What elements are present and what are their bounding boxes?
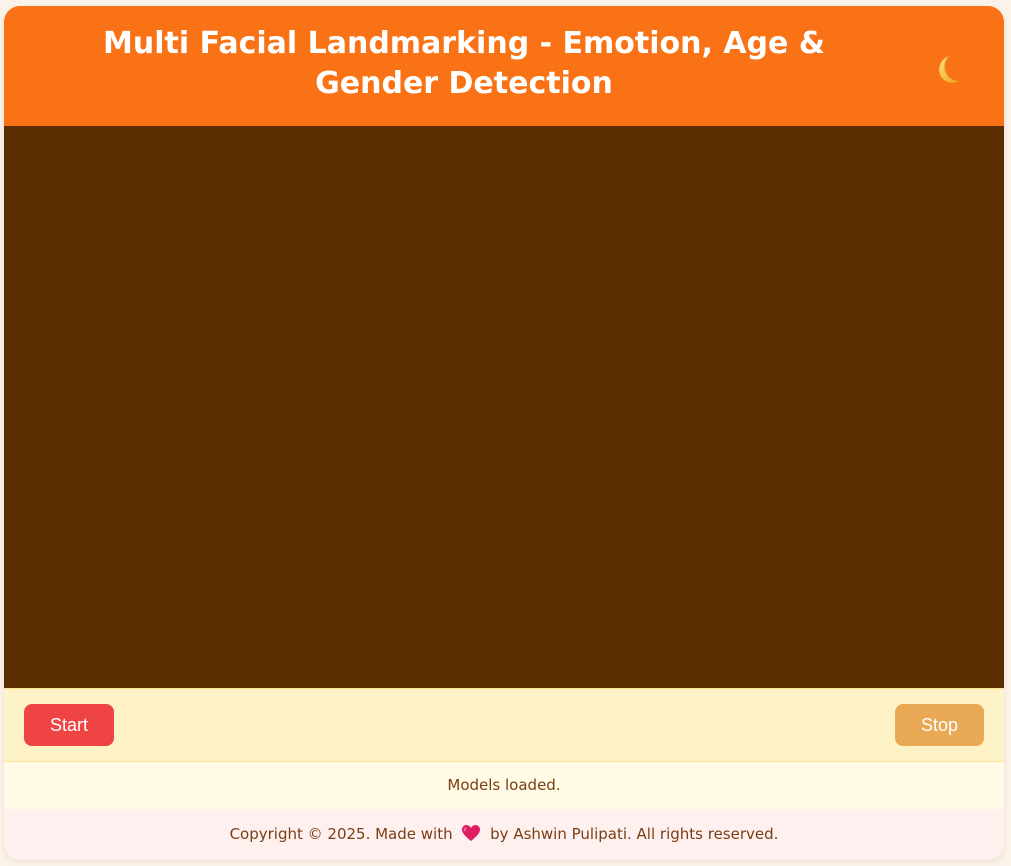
page-title: Multi Facial Landmarking - Emotion, Age … — [103, 26, 825, 101]
footer: Copyright © 2025. Made with by Ashwin Pu… — [4, 809, 1004, 860]
footer-suffix: by Ashwin Pulipati. All rights reserved. — [490, 825, 779, 843]
moon-icon — [938, 55, 961, 84]
theme-toggle-button[interactable] — [928, 50, 968, 90]
status-message: Models loaded. — [4, 761, 1004, 810]
footer-prefix: Copyright © 2025. Made with — [229, 825, 453, 843]
heart-icon — [462, 824, 481, 841]
video-canvas — [4, 126, 1004, 688]
app-header: Multi Facial Landmarking - Emotion, Age … — [4, 6, 1004, 126]
app-card: Multi Facial Landmarking - Emotion, Age … — [4, 6, 1004, 860]
controls-bar: Start Stop — [4, 688, 1004, 761]
start-button[interactable]: Start — [24, 704, 114, 746]
stop-button[interactable]: Stop — [895, 704, 984, 746]
